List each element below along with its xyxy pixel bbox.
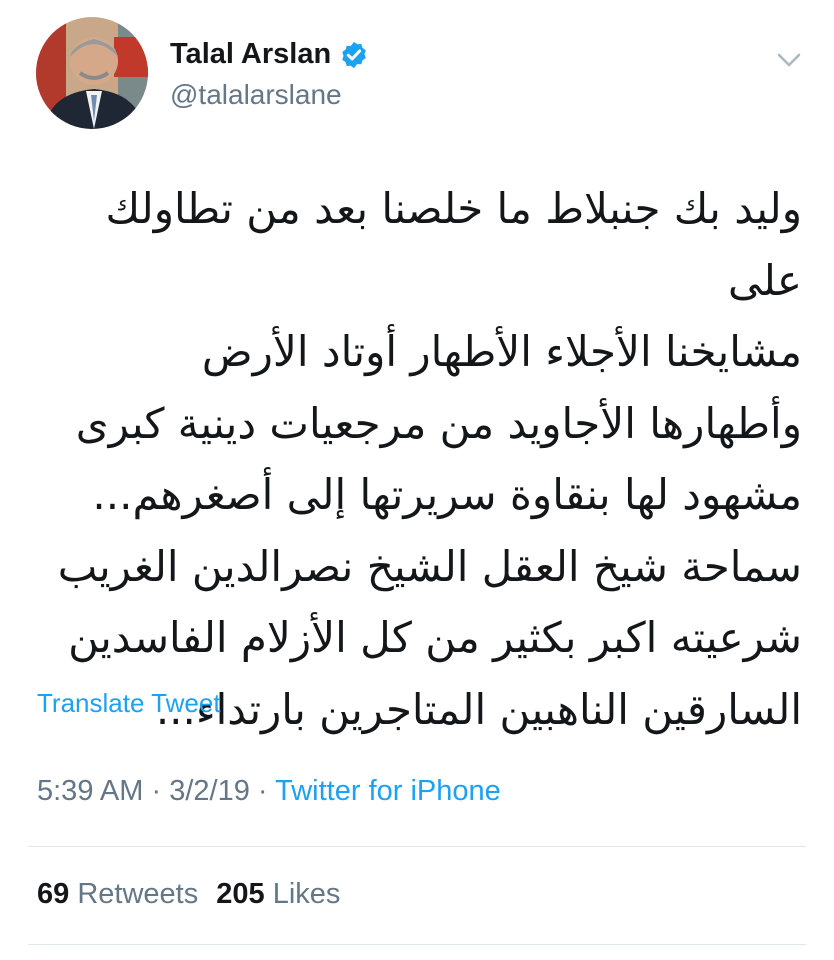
meta-separator: · bbox=[151, 775, 162, 807]
avatar-image bbox=[36, 17, 148, 129]
tweet-text-line: مشايخنا الأجلاء الأطهار أوتاد الأرض bbox=[201, 327, 802, 376]
tweet-date[interactable]: 3/2/19 bbox=[169, 775, 250, 807]
retweets-stat[interactable]: 69 Retweets bbox=[37, 878, 206, 910]
tweet-text-line: سماحة شيخ العقل الشيخ نصرالدين الغريب bbox=[57, 541, 802, 591]
likes-label: Likes bbox=[272, 878, 341, 910]
tweet-stats: 69 Retweets 205 Likes bbox=[37, 878, 340, 911]
tweet-time[interactable]: 5:39 AM bbox=[37, 775, 143, 807]
author-handle[interactable]: @talalarslane bbox=[170, 79, 342, 111]
retweets-count: 69 bbox=[37, 878, 70, 910]
likes-stat[interactable]: 205 Likes bbox=[216, 878, 340, 910]
author-display-name[interactable]: Talal Arslan bbox=[170, 38, 331, 71]
divider bbox=[28, 944, 806, 945]
likes-count: 205 bbox=[216, 878, 265, 910]
tweet-text-line: مشهود لها بنقاوة سريرتها إلى أصغرهم... bbox=[92, 470, 802, 519]
author-name-row: Talal Arslan bbox=[170, 38, 369, 71]
chevron-down-icon[interactable] bbox=[775, 46, 803, 74]
translate-tweet-link[interactable]: Translate Tweet bbox=[37, 688, 221, 719]
tweet-text-line: وأطهارها الأجاويد من مرجعيات دينية كبرى bbox=[75, 398, 802, 448]
retweets-label: Retweets bbox=[77, 878, 199, 910]
tweet-detail: Talal Arslan @talalarslane وليد بك جنبلا… bbox=[0, 0, 834, 960]
tweet-text: وليد بك جنبلاط ما خلصنا بعد من تطاولك عل… bbox=[34, 173, 802, 745]
tweet-text-line: السارقين الناهبين المتاجرين بارتداء... bbox=[155, 684, 802, 734]
tweet-source-link[interactable]: Twitter for iPhone bbox=[275, 775, 501, 807]
meta-separator: · bbox=[257, 775, 268, 807]
divider bbox=[28, 846, 806, 847]
tweet-text-line: وليد بك جنبلاط ما خلصنا بعد من تطاولك عل… bbox=[105, 184, 803, 305]
verified-badge-icon bbox=[342, 41, 366, 68]
avatar[interactable] bbox=[36, 17, 148, 129]
tweet-text-line: شرعيته اكبر بكثير من كل الأزلام الفاسدين bbox=[68, 613, 802, 662]
tweet-meta: 5:39 AM · 3/2/19 · Twitter for iPhone bbox=[37, 775, 501, 808]
